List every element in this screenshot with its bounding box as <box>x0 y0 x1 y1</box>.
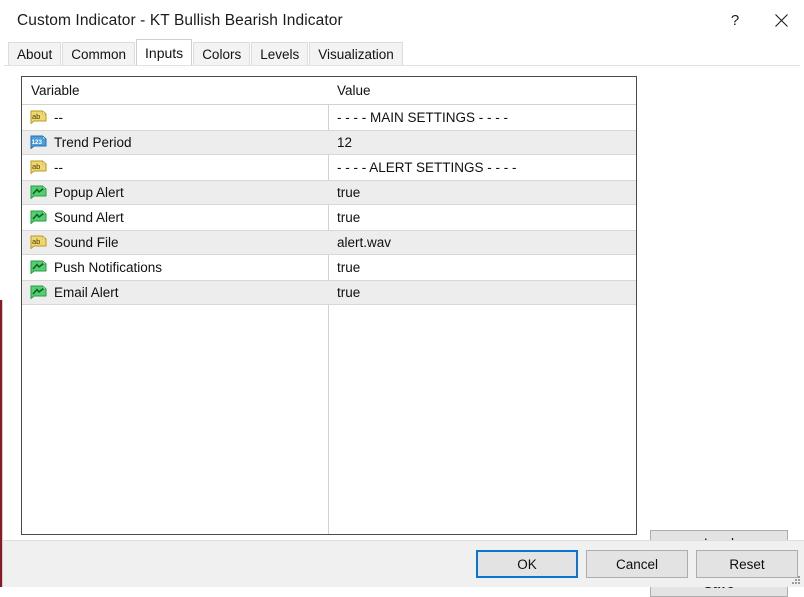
string-tag-icon: ab <box>30 235 47 250</box>
row-variable-cell: Email Alert <box>22 285 328 300</box>
table-row[interactable]: Push Notifications true <box>22 255 636 280</box>
row-variable-cell: Popup Alert <box>22 185 328 200</box>
tab-strip: About Common Inputs Colors Levels Visual… <box>0 39 804 65</box>
row-variable-label: Sound Alert <box>54 210 124 225</box>
row-variable-cell: Push Notifications <box>22 260 328 275</box>
tab-colors[interactable]: Colors <box>193 42 251 65</box>
table-row[interactable]: 123 Trend Period 12 <box>22 130 636 155</box>
tab-levels-label: Levels <box>260 46 300 62</box>
tab-about-label: About <box>17 46 53 62</box>
custom-indicator-dialog: Custom Indicator - KT Bullish Bearish In… <box>0 0 804 597</box>
title-bar: Custom Indicator - KT Bullish Bearish In… <box>0 0 804 41</box>
table-row[interactable]: ab -- - - - - MAIN SETTINGS - - - - <box>22 105 636 130</box>
row-value-text: true <box>337 285 361 300</box>
row-value-text: - - - - ALERT SETTINGS - - - - <box>337 160 517 175</box>
bool-tag-icon <box>30 260 47 275</box>
row-variable-cell: ab -- <box>22 110 328 125</box>
table-row[interactable]: ab -- - - - - ALERT SETTINGS - - - - <box>22 155 636 180</box>
row-value-text: true <box>337 260 361 275</box>
table-row[interactable]: Email Alert true <box>22 280 636 305</box>
row-variable-cell: 123 Trend Period <box>22 135 328 150</box>
row-variable-label: Sound File <box>54 235 119 250</box>
string-tag-icon: ab <box>30 160 47 175</box>
question-mark-icon: ? <box>730 12 740 29</box>
dialog-footer: OK Cancel Reset <box>0 540 804 587</box>
header-value: Value <box>337 83 371 98</box>
string-tag-icon: ab <box>30 110 47 125</box>
row-variable-label: -- <box>54 160 63 175</box>
table-header-row: Variable Value <box>22 77 636 105</box>
reset-button[interactable]: Reset <box>696 550 798 578</box>
cancel-button[interactable]: Cancel <box>586 550 688 578</box>
cancel-button-label: Cancel <box>615 556 659 572</box>
tab-about[interactable]: About <box>8 42 62 65</box>
row-value-cell[interactable]: - - - - ALERT SETTINGS - - - - <box>328 160 636 175</box>
row-variable-cell: ab Sound File <box>22 235 328 250</box>
row-value-text: alert.wav <box>337 235 392 250</box>
row-variable-label: -- <box>54 110 63 125</box>
desktop-left-edge-highlight <box>2 300 3 587</box>
row-variable-cell: Sound Alert <box>22 210 328 225</box>
row-value-text: true <box>337 210 361 225</box>
row-value-text: - - - - MAIN SETTINGS - - - - <box>337 110 508 125</box>
tab-inputs-label: Inputs <box>145 44 184 61</box>
row-variable-label: Email Alert <box>54 285 119 300</box>
tab-levels[interactable]: Levels <box>251 42 309 65</box>
row-value-cell[interactable]: 12 <box>328 135 636 150</box>
tab-colors-label: Colors <box>202 46 242 62</box>
resize-grip-icon[interactable] <box>792 575 801 584</box>
row-variable-label: Popup Alert <box>54 185 124 200</box>
tab-inputs[interactable]: Inputs <box>136 39 193 65</box>
row-value-cell[interactable]: alert.wav <box>328 235 636 250</box>
tab-visualization-label: Visualization <box>318 46 394 62</box>
row-variable-cell: ab -- <box>22 160 328 175</box>
ok-button-label: OK <box>517 556 537 572</box>
table-row[interactable]: Sound Alert true <box>22 205 636 230</box>
svg-text:123: 123 <box>32 139 43 146</box>
svg-text:ab: ab <box>32 237 40 246</box>
bool-tag-icon <box>30 185 47 200</box>
window-controls: ? <box>712 0 804 41</box>
row-value-cell[interactable]: true <box>328 210 636 225</box>
svg-text:ab: ab <box>32 112 40 121</box>
inputs-panel: Variable Value ab -- - - - - MAIN SETTINGS… <box>4 65 800 597</box>
row-value-cell[interactable]: true <box>328 185 636 200</box>
tab-common-label: Common <box>71 46 127 62</box>
row-variable-label: Trend Period <box>54 135 132 150</box>
table-row[interactable]: ab Sound File alert.wav <box>22 230 636 255</box>
close-button[interactable] <box>758 0 804 41</box>
row-value-cell[interactable]: true <box>328 285 636 300</box>
row-value-cell[interactable]: - - - - MAIN SETTINGS - - - - <box>328 110 636 125</box>
ok-button[interactable]: OK <box>476 550 578 578</box>
svg-text:ab: ab <box>32 162 40 171</box>
tab-visualization[interactable]: Visualization <box>309 42 403 65</box>
window-title: Custom Indicator - KT Bullish Bearish In… <box>17 11 343 29</box>
reset-button-label: Reset <box>729 556 765 572</box>
number-tag-icon: 123 <box>30 135 47 150</box>
bool-tag-icon <box>30 210 47 225</box>
header-variable: Variable <box>31 83 80 98</box>
row-variable-label: Push Notifications <box>54 260 163 275</box>
tab-common[interactable]: Common <box>62 42 136 65</box>
row-value-text: 12 <box>337 135 353 150</box>
table-row[interactable]: Popup Alert true <box>22 180 636 205</box>
row-value-text: true <box>337 185 361 200</box>
row-value-cell[interactable]: true <box>328 260 636 275</box>
help-button[interactable]: ? <box>712 0 758 41</box>
inputs-table-body: Variable Value ab -- - - - - MAIN SETTINGS… <box>22 77 636 534</box>
close-x-icon <box>774 14 788 27</box>
bool-tag-icon <box>30 285 47 300</box>
inputs-table[interactable]: Variable Value ab -- - - - - MAIN SETTINGS… <box>21 76 637 535</box>
